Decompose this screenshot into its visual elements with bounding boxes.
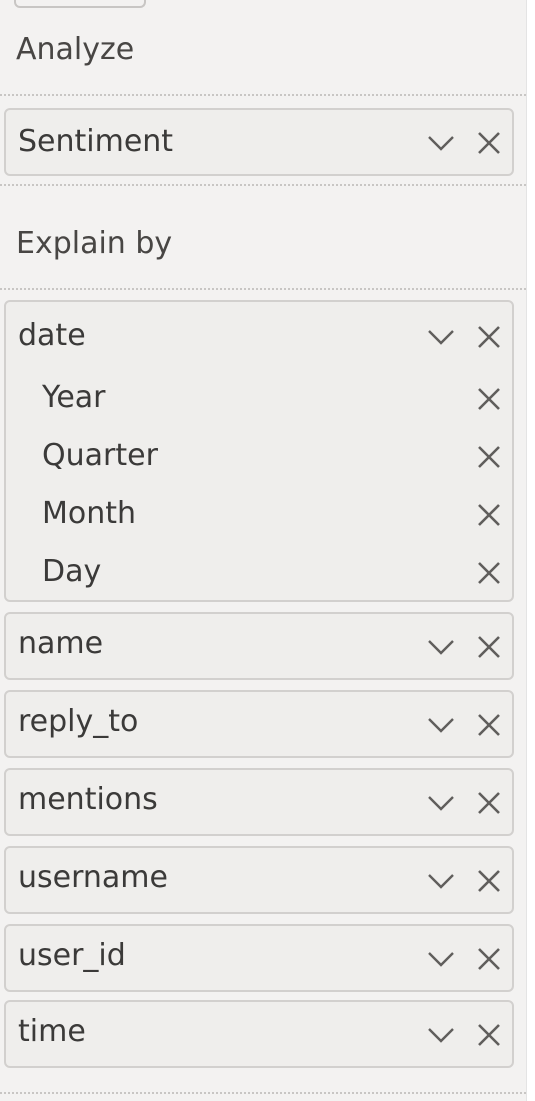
- explain-by-divider-top: [0, 288, 526, 290]
- chevron-down-icon[interactable]: [424, 942, 458, 976]
- field-well-reply-to[interactable]: reply_to: [4, 690, 514, 758]
- field-well-username[interactable]: username: [4, 846, 514, 914]
- date-hierarchy-quarter[interactable]: Quarter: [6, 424, 512, 484]
- analyze-divider-bottom: [0, 184, 526, 186]
- hierarchy-label: Year: [42, 380, 106, 415]
- field-well-time[interactable]: time: [4, 1000, 514, 1068]
- field-well-name[interactable]: name: [4, 612, 514, 680]
- date-field-well[interactable]: date Year Quarter Month Day: [4, 300, 514, 602]
- chevron-down-icon[interactable]: [424, 1018, 458, 1052]
- analyze-field-sentiment[interactable]: Sentiment: [6, 112, 512, 172]
- close-icon[interactable]: [472, 440, 506, 474]
- date-hierarchy-year[interactable]: Year: [6, 366, 512, 426]
- visualizations-fields-pane: Analyze Sentiment Explain by date Year Q…: [0, 0, 527, 1101]
- close-icon[interactable]: [472, 864, 506, 898]
- date-hierarchy-day[interactable]: Day: [6, 540, 512, 600]
- close-icon[interactable]: [472, 556, 506, 590]
- chevron-down-icon[interactable]: [424, 320, 458, 354]
- close-icon[interactable]: [472, 942, 506, 976]
- analyze-field-well[interactable]: Sentiment: [4, 108, 514, 176]
- field-label: reply_to: [18, 704, 139, 739]
- field-label: date: [18, 318, 86, 353]
- field-date[interactable]: date: [6, 306, 512, 366]
- field-well-mentions[interactable]: mentions: [4, 768, 514, 836]
- chevron-down-icon[interactable]: [424, 630, 458, 664]
- pane-tab-stub: [14, 0, 146, 8]
- chevron-down-icon[interactable]: [424, 126, 458, 160]
- close-icon[interactable]: [472, 126, 506, 160]
- close-icon[interactable]: [472, 382, 506, 416]
- explain-by-heading: Explain by: [16, 226, 173, 261]
- close-icon[interactable]: [472, 708, 506, 742]
- explain-by-divider-bottom: [0, 1092, 526, 1094]
- field-label: name: [18, 626, 104, 661]
- field-label: mentions: [18, 782, 158, 817]
- close-icon[interactable]: [472, 498, 506, 532]
- analyze-divider-top: [0, 94, 526, 96]
- chevron-down-icon[interactable]: [424, 864, 458, 898]
- close-icon[interactable]: [472, 1018, 506, 1052]
- close-icon[interactable]: [472, 786, 506, 820]
- hierarchy-label: Quarter: [42, 438, 158, 473]
- field-label: user_id: [18, 938, 126, 973]
- date-hierarchy-month[interactable]: Month: [6, 482, 512, 542]
- hierarchy-label: Day: [42, 554, 102, 589]
- hierarchy-label: Month: [42, 496, 137, 531]
- analyze-heading: Analyze: [16, 32, 135, 67]
- field-well-user-id[interactable]: user_id: [4, 924, 514, 992]
- field-label: username: [18, 860, 168, 895]
- field-label: Sentiment: [18, 124, 174, 159]
- field-label: time: [18, 1014, 86, 1049]
- chevron-down-icon[interactable]: [424, 708, 458, 742]
- close-icon[interactable]: [472, 630, 506, 664]
- chevron-down-icon[interactable]: [424, 786, 458, 820]
- close-icon[interactable]: [472, 320, 506, 354]
